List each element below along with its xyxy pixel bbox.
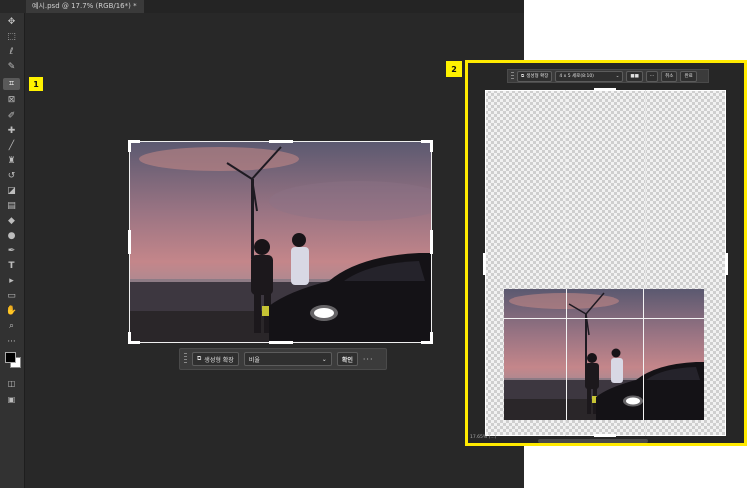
- move-tool-icon[interactable]: ✥: [3, 16, 20, 28]
- preview-generative-expand-label: 생성형 확장: [526, 74, 549, 79]
- stamp-tool-icon[interactable]: ♜: [3, 155, 20, 167]
- preview-task-bar: ⧉ 생성형 확장 4 x 5 세로(8:10) ⌄ ■■ ··· 취소 완료: [507, 69, 709, 83]
- preview-generative-expand-button[interactable]: ⧉ 생성형 확장: [517, 70, 553, 82]
- gradient-tool-icon[interactable]: ▤: [3, 200, 20, 212]
- crop-frame[interactable]: [129, 141, 432, 343]
- step-badge-2: 2: [446, 61, 462, 77]
- lasso-tool-icon[interactable]: ℓ: [3, 46, 20, 58]
- marquee-tool-icon[interactable]: ⬚: [3, 31, 20, 43]
- preview-handle-top[interactable]: [594, 88, 616, 91]
- preview-done-button[interactable]: 완료: [680, 70, 697, 82]
- more-options-icon[interactable]: ···: [363, 355, 374, 364]
- type-tool-icon[interactable]: T: [3, 260, 20, 272]
- healing-brush-tool-icon[interactable]: ✚: [3, 125, 20, 137]
- crop-handle-bottom-mid[interactable]: [269, 341, 293, 344]
- blur-tool-icon[interactable]: ◆: [3, 215, 20, 227]
- preview-ratio-value: 4 x 5 세로(8:10): [559, 74, 594, 79]
- brush-tool-icon[interactable]: ╱: [3, 140, 20, 152]
- generative-expand-button[interactable]: ⧉ 생성형 확장: [192, 352, 239, 366]
- screen-mode-icon[interactable]: ▣: [3, 394, 20, 406]
- preview-sunset-scene-image: [504, 289, 704, 420]
- dodge-tool-icon[interactable]: ●: [3, 230, 20, 242]
- preview-more-options-button[interactable]: ···: [645, 70, 659, 82]
- drag-grip-icon[interactable]: [184, 353, 187, 365]
- eraser-tool-icon[interactable]: ◪: [3, 185, 20, 197]
- preview-photo-grid-v1: [566, 289, 567, 420]
- stage: 예시.psd @ 17.7% (RGB/16*) * ✥ ⬚ ℓ ✎ ⌗ ⊠ ✐…: [0, 0, 750, 488]
- preview-photo[interactable]: [504, 289, 704, 420]
- preview-drag-grip-icon[interactable]: [511, 72, 514, 80]
- contextual-task-bar: ⧉ 생성형 확장 비율 ⌄ 확인 ···: [179, 348, 387, 370]
- generative-expand-preview: ⧉ 생성형 확장 4 x 5 세로(8:10) ⌄ ■■ ··· 취소 완료 1…: [465, 60, 747, 446]
- generative-expand-icon: ⧉: [197, 355, 202, 362]
- ratio-select-value: 비율: [248, 356, 260, 364]
- crop-handle-bottom-right-v[interactable]: [430, 332, 433, 344]
- preview-photo-grid-v2: [643, 289, 644, 420]
- confirm-button[interactable]: 확인: [336, 352, 358, 366]
- zoom-status: 17.65% (...): [470, 435, 497, 440]
- generative-expand-label: 생성형 확장: [204, 356, 234, 364]
- preview-cancel-button[interactable]: 취소: [661, 70, 678, 82]
- hand-tool-icon[interactable]: ✋: [3, 305, 20, 317]
- preview-handle-left[interactable]: [483, 253, 486, 275]
- tab-strip: [144, 0, 524, 13]
- shape-tool-icon[interactable]: ▭: [3, 290, 20, 302]
- preview-action-button[interactable]: ■■: [626, 70, 643, 82]
- chevron-down-icon: ⌄: [321, 355, 327, 363]
- ratio-select[interactable]: 비율 ⌄: [243, 352, 332, 366]
- quick-select-tool-icon[interactable]: ✎: [3, 61, 20, 73]
- preview-handle-right[interactable]: [725, 253, 728, 275]
- crop-handle-top-right-v[interactable]: [430, 140, 433, 152]
- more-tools-icon[interactable]: ···: [3, 336, 20, 348]
- crop-tool-icon[interactable]: ⌗: [3, 78, 20, 90]
- pen-tool-icon[interactable]: ✒: [3, 245, 20, 257]
- step-badge-1: 1: [29, 77, 43, 91]
- preview-chevron-down-icon: ⌄: [615, 73, 620, 79]
- foreground-color-swatch[interactable]: [5, 352, 16, 363]
- color-swatches[interactable]: [4, 351, 21, 368]
- quick-mask-icon[interactable]: ◫: [3, 378, 20, 390]
- tools-panel: ✥ ⬚ ℓ ✎ ⌗ ⊠ ✐ ✚ ╱ ♜ ↺ ◪ ▤ ◆ ● ✒ T ▸ ▭ ✋ …: [0, 13, 25, 488]
- history-brush-tool-icon[interactable]: ↺: [3, 170, 20, 182]
- preview-generative-expand-icon: ⧉: [521, 74, 525, 79]
- eyedropper-tool-icon[interactable]: ✐: [3, 110, 20, 122]
- horizontal-scrollbar[interactable]: [538, 439, 648, 443]
- path-select-tool-icon[interactable]: ▸: [3, 275, 20, 287]
- crop-handle-top-left-v[interactable]: [128, 140, 131, 152]
- zoom-tool-icon[interactable]: ⌕: [3, 320, 20, 332]
- frame-tool-icon[interactable]: ⊠: [3, 94, 20, 106]
- preview-handle-bottom[interactable]: [594, 434, 616, 437]
- preview-photo-grid-h: [504, 318, 704, 319]
- crop-handle-bottom-left-v[interactable]: [128, 332, 131, 344]
- crop-handle-top-mid[interactable]: [269, 140, 293, 143]
- preview-ratio-select[interactable]: 4 x 5 세로(8:10) ⌄: [555, 70, 624, 82]
- document-tab[interactable]: 예시.psd @ 17.7% (RGB/16*) *: [26, 0, 144, 13]
- crop-handle-left-mid[interactable]: [128, 230, 131, 254]
- crop-handle-right-mid[interactable]: [430, 230, 433, 254]
